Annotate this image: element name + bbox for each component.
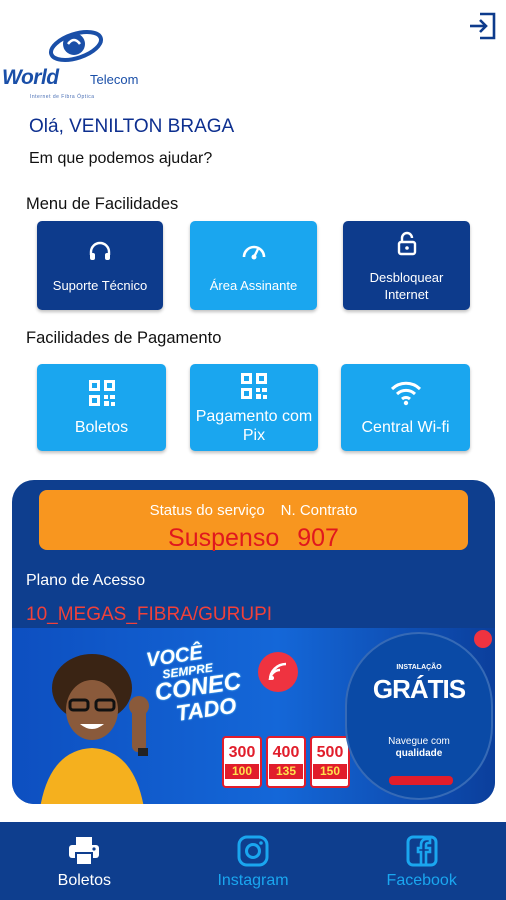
- world-telecom-logo: World Telecom Internet de Fibra Óptica: [0, 18, 160, 100]
- support-card[interactable]: Suporte Técnico: [37, 221, 163, 310]
- promo-slogan: VOCÊ SEMPRE CONEC TADO: [145, 634, 275, 730]
- facilities-title: Menu de Facilidades: [26, 195, 179, 213]
- nav-boletos-label: Boletos: [57, 872, 112, 889]
- payment-title: Facilidades de Pagamento: [26, 329, 222, 347]
- logo-tagline: Internet de Fibra Óptica: [30, 94, 95, 100]
- instagram-icon: [237, 834, 269, 868]
- unlock-internet-label: Desbloquear Internet: [369, 269, 444, 302]
- support-card-label: Suporte Técnico: [52, 278, 148, 293]
- qr-code-icon: [88, 378, 116, 408]
- offer-price: 135: [269, 764, 303, 779]
- subscriber-area-card[interactable]: Área Assinante: [190, 221, 317, 310]
- logo-brand-text: World: [2, 66, 59, 89]
- plan-name: 10_MEGAS_FIBRA/GURUPI: [26, 604, 273, 625]
- printer-icon: [68, 834, 100, 868]
- headset-icon: [87, 237, 113, 267]
- speed-offer: 500 150: [310, 736, 350, 788]
- wifi-center-label: Central Wi-fi: [361, 419, 450, 436]
- nav-facebook-label: Facebook: [386, 872, 457, 889]
- circle-free-text: GRÁTIS: [372, 674, 466, 704]
- facebook-icon: [406, 834, 438, 868]
- service-panel: Status do serviço N. Contrato Suspenso 907…: [12, 480, 495, 804]
- unlock-internet-card[interactable]: Desbloquear Internet: [343, 221, 470, 310]
- wifi-badge-icon: [258, 652, 298, 692]
- plan-label: Plano de Acesso: [26, 572, 146, 589]
- circle-line-1: Navegue com: [388, 736, 450, 747]
- subscriber-area-label: Área Assinante: [209, 278, 298, 293]
- wifi-icon: [390, 378, 422, 408]
- qr-code-icon: [240, 371, 268, 401]
- user-greeting: Olá, VENILTON BRAGA: [29, 116, 235, 137]
- logo-swoosh-icon: [48, 30, 104, 62]
- offer-price: 150: [313, 764, 347, 779]
- offer-speed: 300: [228, 744, 256, 761]
- logout-button[interactable]: [464, 8, 500, 44]
- nav-boletos[interactable]: Boletos: [0, 822, 169, 900]
- bottom-navigation: Boletos Instagram Facebook: [0, 822, 506, 900]
- nav-facebook[interactable]: Facebook: [337, 822, 506, 900]
- unlock-icon: [395, 229, 419, 259]
- logo-brand-suffix: Telecom: [90, 72, 139, 87]
- offer-speed: 500: [316, 744, 344, 761]
- pix-payment-card[interactable]: Pagamento com Pix: [190, 364, 318, 451]
- wifi-center-card[interactable]: Central Wi-fi: [341, 364, 470, 451]
- circle-brand: INSTALAÇÃO: [396, 664, 442, 671]
- speed-offer: 300 100: [222, 736, 262, 788]
- boletos-card[interactable]: Boletos: [37, 364, 166, 451]
- nav-instagram-label: Instagram: [217, 872, 289, 889]
- gauge-icon: [241, 237, 267, 267]
- offer-price: 100: [225, 764, 259, 779]
- offer-speed: 400: [272, 744, 300, 761]
- promo-banner[interactable]: VOCÊ SEMPRE CONEC TADO 300 100 400 135 5…: [12, 628, 495, 804]
- nav-instagram[interactable]: Instagram: [169, 822, 338, 900]
- circle-line-2: qualidade: [395, 748, 443, 759]
- help-prompt: Em que podemos ajudar?: [29, 150, 213, 167]
- logout-icon: [470, 12, 496, 40]
- status-value: Suspenso: [168, 524, 280, 552]
- circle-pill: [389, 776, 453, 785]
- boletos-card-label: Boletos: [74, 419, 129, 436]
- speed-offers: 300 100 400 135 500 150: [222, 736, 350, 788]
- service-status-box: Status do serviço N. Contrato Suspenso 907: [39, 490, 468, 552]
- pix-payment-label: Pagamento com Pix: [195, 407, 313, 444]
- contract-label: N. Contrato: [280, 502, 358, 519]
- speed-offer: 400 135: [266, 736, 306, 788]
- free-install-circle: INSTALAÇÃO GRÁTIS Navegue com qualidade: [345, 632, 493, 800]
- contract-value: 907: [297, 524, 339, 552]
- corner-badge-icon: [474, 630, 492, 648]
- status-label: Status do serviço: [149, 502, 265, 519]
